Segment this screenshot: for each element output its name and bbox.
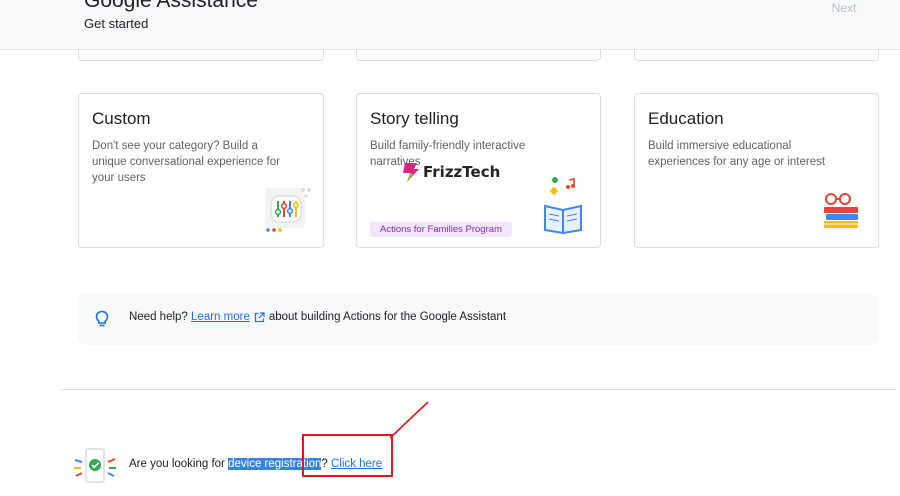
frizztech-logo-icon [403,163,419,182]
frizztech-watermark: FrizzTech [401,161,500,183]
learn-more-link[interactable]: Learn more [191,311,250,323]
lightbulb-icon [95,310,109,327]
page-header: Google Assistance Get started Next [0,0,900,50]
help-lead: Need help? [129,311,188,323]
category-card-custom[interactable]: Custom Don't see your category? Build a … [78,93,324,248]
sliders-chat-icon [265,188,311,232]
card-title: Education [648,109,724,128]
page-subtitle: Get started [84,16,149,31]
card-description: Don't see your category? Build a unique … [92,140,280,184]
category-card-education[interactable]: Education Build immersive educational ex… [634,93,879,248]
external-link-icon [254,311,265,322]
card-title: Story telling [370,109,459,128]
help-banner: Need help? Learn more about building Act… [78,294,879,345]
category-card-story-telling[interactable]: Story telling Build family-friendly inte… [356,93,601,248]
families-program-badge: Actions for Families Program [370,222,512,237]
help-trail: about building Actions for the Google As… [268,311,507,323]
help-text: Need help? Learn more about building Act… [129,311,506,323]
annotation-arrow [389,401,429,439]
device-check-icon [74,448,116,483]
card-description: Build immersive educational experiences … [648,140,826,168]
page-title: Google Assistance [84,0,258,12]
card-title: Custom [92,109,151,128]
books-glasses-icon [824,193,858,228]
section-divider [60,389,896,390]
open-book-music-icon [544,177,582,234]
annotation-box [302,434,393,477]
registration-lead: Are you looking for [129,458,225,470]
card-stub-middle [356,50,601,61]
card-stub-left [78,50,324,61]
card-stub-right [634,50,879,61]
next-button[interactable]: Next [812,0,876,18]
watermark-text: FrizzTech [423,163,501,181]
